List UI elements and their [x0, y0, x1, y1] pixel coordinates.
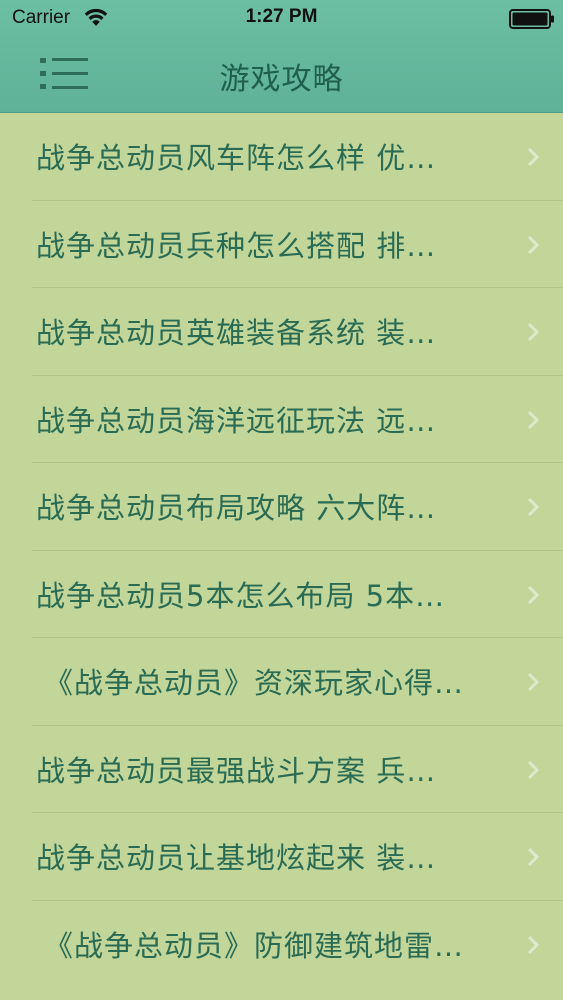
list-item-label: 战争总动员让基地炫起来 装… — [36, 841, 437, 875]
list-item-label: 战争总动员最强战斗方案 兵… — [36, 753, 437, 788]
chevron-right-icon — [527, 497, 539, 517]
chevron-right-icon — [527, 147, 539, 167]
list-item-label: 战争总动员5本怎么布局 5本… — [36, 578, 446, 613]
list-item-label: 战争总动员布局攻略 六大阵… — [36, 491, 437, 525]
chevron-right-icon — [527, 410, 539, 429]
status-time: 1:27 PM — [245, 6, 318, 27]
list-item-label: 《战争总动员》资深玩家心得… — [44, 666, 465, 700]
list-item[interactable]: 战争总动员海洋远征玩法 远… — [32, 376, 563, 463]
guide-list: 战争总动员风车阵怎么样 优… 战争总动员兵种怎么搭配 排… 战争总动员英雄装备系… — [0, 113, 563, 987]
nav-bar: 游戏攻略 — [0, 36, 563, 112]
list-item[interactable]: 《战争总动员》防御建筑地雷… — [32, 901, 563, 988]
header: Carrier 1:27 PM 游戏攻略 — [0, 0, 563, 113]
battery-icon — [509, 9, 554, 29]
chevron-right-icon — [527, 585, 539, 604]
chevron-right-icon — [527, 760, 539, 779]
list-item[interactable]: 战争总动员英雄装备系统 装… — [32, 288, 563, 376]
status-bar: Carrier 1:27 PM — [0, 0, 563, 36]
page-title: 游戏攻略 — [219, 62, 344, 97]
list-item[interactable]: 战争总动员布局攻略 六大阵… — [32, 463, 563, 551]
list-item[interactable]: 战争总动员5本怎么布局 5本… — [32, 551, 563, 638]
chevron-right-icon — [527, 672, 539, 692]
chevron-right-icon — [527, 935, 539, 954]
list-item[interactable]: 战争总动员风车阵怎么样 优… — [32, 113, 563, 201]
app-screen: Carrier 1:27 PM 游戏攻略 战争总动员风车阵怎么样 优… 战争总动… — [0, 0, 563, 1000]
list-item-label: 战争总动员风车阵怎么样 优… — [36, 141, 437, 175]
list-item-label: 战争总动员英雄装备系统 装… — [36, 316, 437, 350]
list-item[interactable]: 战争总动员兵种怎么搭配 排… — [32, 201, 563, 288]
list-item[interactable]: 《战争总动员》资深玩家心得… — [32, 638, 563, 726]
list-item-label: 《战争总动员》防御建筑地雷… — [44, 928, 465, 963]
chevron-right-icon — [527, 235, 539, 254]
list-item-label: 战争总动员兵种怎么搭配 排… — [36, 228, 437, 263]
list-item[interactable]: 战争总动员最强战斗方案 兵… — [32, 726, 563, 813]
chevron-right-icon — [527, 847, 539, 867]
list-item-label: 战争总动员海洋远征玩法 远… — [36, 403, 437, 438]
chevron-right-icon — [527, 322, 539, 342]
list-item[interactable]: 战争总动员让基地炫起来 装… — [32, 813, 563, 901]
